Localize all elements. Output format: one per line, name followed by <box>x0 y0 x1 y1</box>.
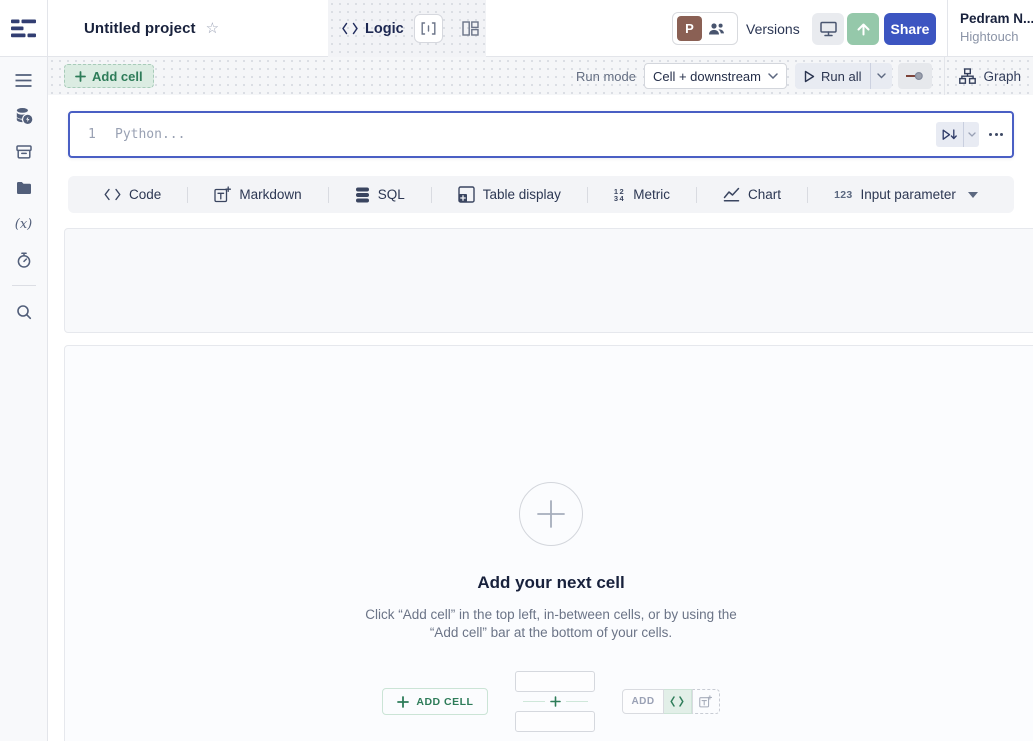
markdown-icon <box>214 186 231 203</box>
chart-icon <box>723 187 740 202</box>
project-title-area[interactable]: Untitled project ☆ <box>84 0 362 57</box>
user-org: Hightouch <box>960 28 1033 45</box>
plus-icon <box>397 696 409 708</box>
publish-button[interactable] <box>847 13 879 45</box>
tab-logic[interactable]: Logic <box>328 0 414 57</box>
markdown-icon <box>699 695 712 708</box>
add-next-cell-plus-icon[interactable] <box>519 482 583 546</box>
commit-icon <box>906 71 924 81</box>
cell-type-code[interactable]: Code <box>104 187 161 202</box>
run-mode-value: Cell + downstream <box>653 69 761 84</box>
graph-label: Graph <box>983 69 1021 84</box>
menu-icon[interactable] <box>6 62 42 98</box>
left-sidebar: (x) <box>0 0 48 741</box>
variables-icon[interactable]: (x) <box>6 206 42 242</box>
play-icon <box>804 70 815 83</box>
illustration-add-bar: ADD <box>622 689 719 714</box>
run-cell-group <box>936 122 979 147</box>
run-all-label: Run all <box>821 69 861 84</box>
collaborators-button[interactable]: P <box>672 12 738 45</box>
graph-button[interactable]: Graph <box>959 68 1021 84</box>
toolbar-divider <box>944 57 945 95</box>
input-parameter-icon: 123 <box>834 189 852 201</box>
schedule-icon[interactable] <box>6 242 42 278</box>
versions-button[interactable]: Versions <box>746 0 800 57</box>
code-icon <box>670 696 684 707</box>
add-cell-illustrations: ADD CELL ADD <box>382 671 719 732</box>
collaborators-icon <box>708 22 725 36</box>
code-icon <box>342 22 358 35</box>
cell-type-chart[interactable]: Chart <box>723 187 781 202</box>
page-title: Untitled project <box>84 20 196 37</box>
run-all-button[interactable]: Run all <box>795 69 870 84</box>
empty-state-title: Add your next cell <box>65 573 1033 593</box>
cell-type-metric[interactable]: 12 34 Metric <box>614 187 670 202</box>
cell-type-input-parameter[interactable]: 123 Input parameter <box>834 187 978 202</box>
chevron-down-icon <box>768 73 778 79</box>
run-cell-button[interactable] <box>936 129 963 141</box>
share-label: Share <box>891 21 930 37</box>
versions-label: Versions <box>746 21 800 37</box>
illustration-between-cells <box>515 671 595 732</box>
run-mode-select[interactable]: Cell + downstream <box>644 63 787 89</box>
table-display-icon <box>458 186 475 203</box>
sql-icon <box>355 187 370 203</box>
cell-type-markdown[interactable]: Markdown <box>214 186 301 203</box>
present-button[interactable] <box>812 13 844 45</box>
publish-arrow-icon <box>856 22 871 37</box>
empty-state-description: Click “Add cell” in the top left, in-bet… <box>65 606 1033 642</box>
more-options-icon[interactable] <box>989 113 1003 156</box>
tab-logic-label: Logic <box>365 21 404 37</box>
archive-icon[interactable] <box>6 134 42 170</box>
split-view-icon[interactable] <box>414 14 443 43</box>
chevron-down-icon <box>968 192 978 198</box>
files-icon[interactable] <box>6 170 42 206</box>
notebook-toolbar: Add cell Run mode Cell + downstream Run … <box>48 57 1033 95</box>
app-window: (x) Untitled proje <box>0 0 1033 741</box>
star-icon[interactable]: ☆ <box>206 21 219 36</box>
add-cell-label: Add cell <box>92 69 143 84</box>
user-account[interactable]: Pedram N... Hightouch <box>960 10 1033 45</box>
share-button[interactable]: Share <box>884 13 936 45</box>
illustration-add-cell-button: ADD CELL <box>382 688 488 715</box>
empty-state: Add your next cell Click “Add cell” in t… <box>65 346 1033 732</box>
plus-icon <box>550 696 561 707</box>
kernel-commit-button[interactable] <box>898 63 932 89</box>
run-cell-caret-icon[interactable] <box>964 132 979 137</box>
app-logo[interactable] <box>0 0 47 57</box>
empty-section-panel <box>64 228 1033 333</box>
monitor-icon <box>820 21 837 37</box>
search-icon[interactable] <box>6 294 42 330</box>
cell-type-bar: Code Markdown SQL <box>68 176 1014 213</box>
plus-icon <box>75 71 86 82</box>
app-layout-icon[interactable] <box>456 14 485 43</box>
graph-icon <box>959 68 976 84</box>
topbar-divider <box>947 0 948 57</box>
line-number: 1 <box>88 113 96 156</box>
avatar: P <box>677 16 702 41</box>
run-options-caret-icon[interactable] <box>871 73 892 79</box>
view-tabstrip: Logic <box>328 0 486 57</box>
python-cell[interactable]: 1 Python... <box>68 111 1014 158</box>
code-icon <box>104 188 121 201</box>
cell-type-sql[interactable]: SQL <box>355 187 405 203</box>
add-cell-button[interactable]: Add cell <box>64 64 154 88</box>
user-name: Pedram N... <box>960 10 1033 28</box>
run-downstream-icon <box>942 129 957 141</box>
metric-icon: 12 34 <box>614 188 625 202</box>
data-sources-icon[interactable] <box>6 98 42 134</box>
run-mode-label: Run mode <box>576 69 636 84</box>
run-all-group: Run all <box>795 63 892 89</box>
top-bar: Untitled project ☆ Logic P <box>48 0 1033 57</box>
code-editor-placeholder[interactable]: Python... <box>115 113 185 156</box>
sidebar-divider <box>12 285 36 286</box>
add-next-cell-panel: Add your next cell Click “Add cell” in t… <box>64 345 1033 741</box>
cell-type-table-display[interactable]: Table display <box>458 186 561 203</box>
